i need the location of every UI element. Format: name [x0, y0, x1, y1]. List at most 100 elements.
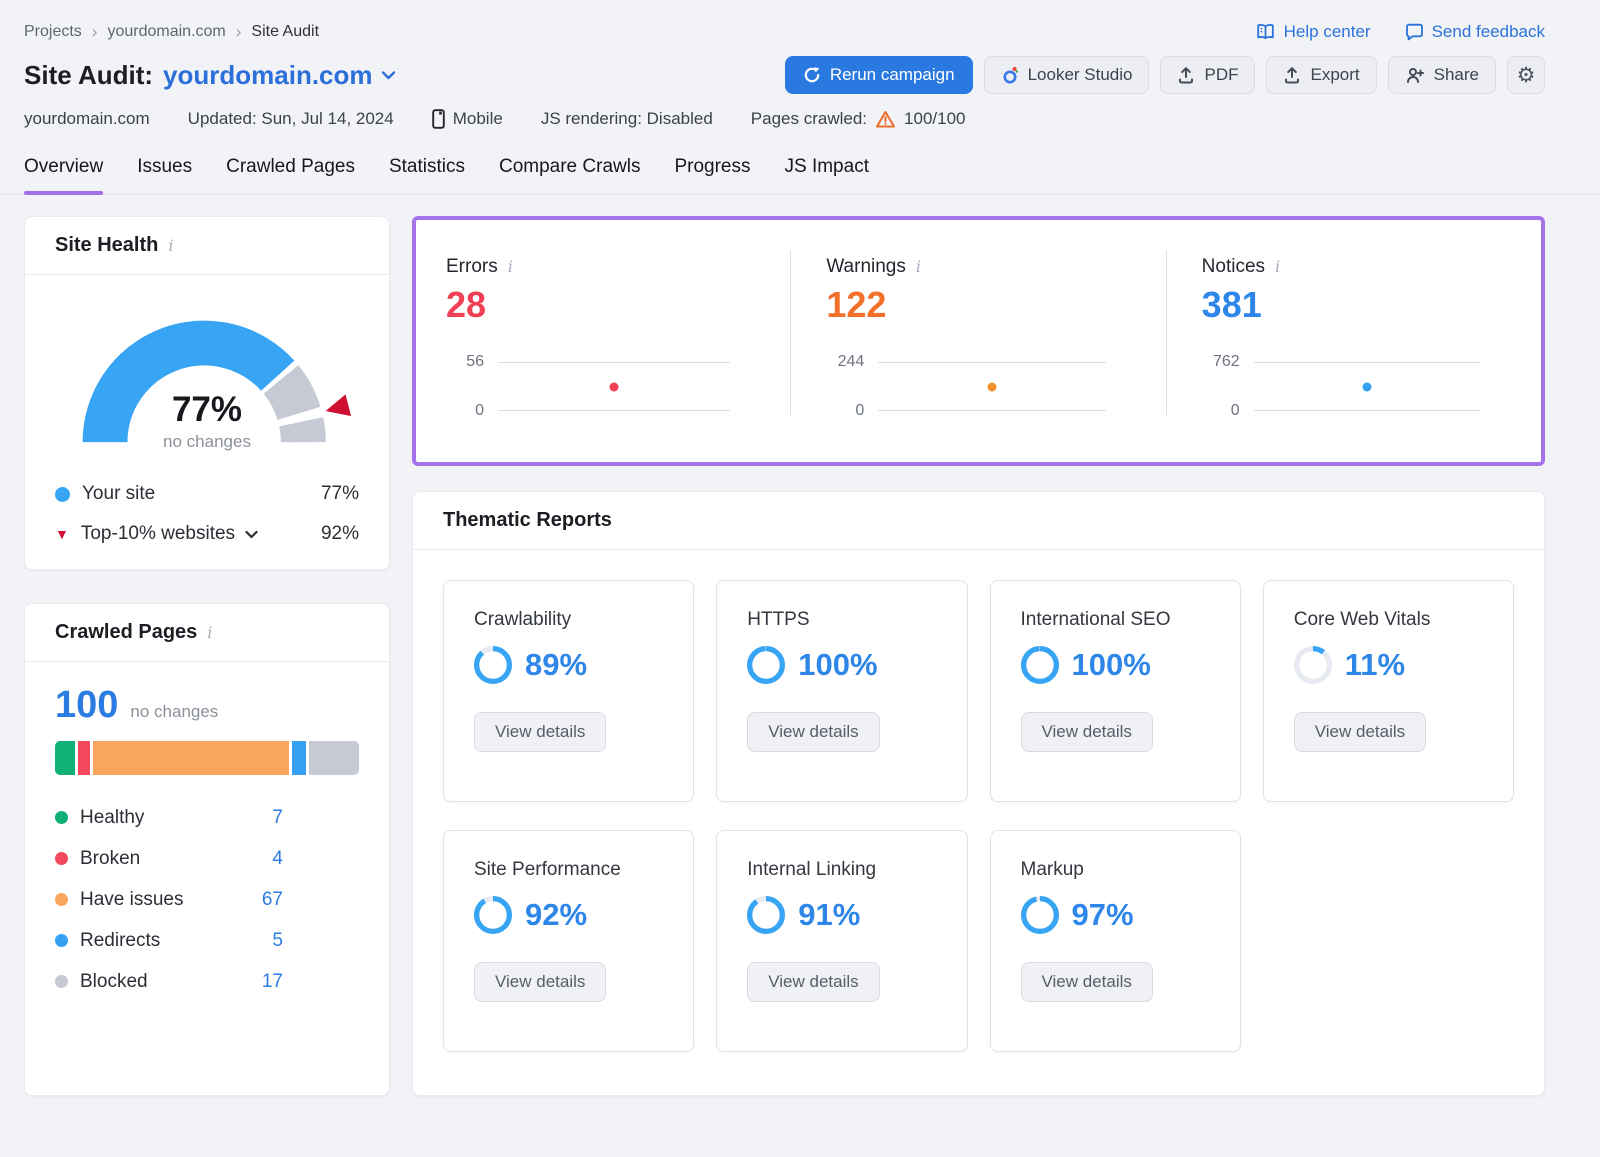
thematic-score: 92% — [525, 897, 587, 933]
looker-studio-label: Looker Studio — [1028, 65, 1133, 85]
campaign-meta: yourdomain.com Updated: Sun, Jul 14, 202… — [24, 109, 1545, 129]
send-feedback-link[interactable]: Send feedback — [1405, 22, 1545, 42]
share-button[interactable]: Share — [1388, 56, 1496, 94]
legend-top10-websites[interactable]: ▼ Top-10% websites 92% — [55, 514, 359, 554]
info-icon[interactable]: i — [916, 259, 921, 275]
tab-statistics[interactable]: Statistics — [389, 156, 465, 194]
tab-crawled-pages[interactable]: Crawled Pages — [226, 156, 355, 194]
meta-domain: yourdomain.com — [24, 109, 150, 129]
legend-your-site: Your site 77% — [55, 474, 359, 514]
feedback-bubble-icon — [1405, 23, 1424, 41]
crawled-change: no changes — [130, 702, 218, 722]
site-health-gauge: 77% no changes — [62, 307, 352, 452]
redirects-count-link[interactable]: 5 — [272, 930, 283, 952]
thematic-card-https: HTTPS 100% View details — [716, 580, 967, 802]
gridline — [498, 362, 730, 363]
gridline — [878, 362, 1105, 363]
pdf-label: PDF — [1204, 65, 1238, 85]
notices-data-point — [1363, 382, 1372, 391]
settings-button[interactable]: ⚙ — [1507, 56, 1545, 94]
bar-segment-redirects — [292, 741, 307, 775]
gray-dot-icon — [55, 975, 68, 988]
looker-studio-button[interactable]: Looker Studio — [984, 56, 1150, 94]
info-icon[interactable]: i — [207, 625, 212, 641]
errors-data-point — [610, 382, 619, 391]
view-details-button[interactable]: View details — [1294, 712, 1426, 752]
notices-count[interactable]: 381 — [1202, 284, 1481, 326]
red-dot-icon — [55, 852, 68, 865]
tab-compare-crawls[interactable]: Compare Crawls — [499, 156, 640, 194]
bar-segment-broken — [78, 741, 90, 775]
axis-max-label: 244 — [826, 353, 864, 371]
view-details-button[interactable]: View details — [747, 712, 879, 752]
tab-overview[interactable]: Overview — [24, 156, 103, 194]
bar-segment-have-issues — [93, 741, 289, 775]
errors-summary: Errors i 28 56 0 — [416, 256, 790, 462]
view-details-button[interactable]: View details — [474, 712, 606, 752]
tab-js-impact[interactable]: JS Impact — [785, 156, 869, 194]
rerun-campaign-button[interactable]: Rerun campaign — [785, 56, 973, 94]
errors-count[interactable]: 28 — [446, 284, 730, 326]
notices-trend-chart: 762 0 — [1202, 362, 1481, 411]
donut-chart — [1021, 896, 1059, 934]
thematic-score: 11% — [1345, 647, 1405, 683]
breadcrumb-separator: › — [92, 22, 98, 42]
help-center-label: Help center — [1284, 22, 1371, 42]
view-details-button[interactable]: View details — [1021, 962, 1153, 1002]
have-issues-count-link[interactable]: 67 — [262, 889, 283, 911]
page-title: Site Audit: — [24, 60, 153, 91]
issues-summary-box: Errors i 28 56 0 Warnings — [412, 216, 1545, 466]
broken-count-link[interactable]: 4 — [272, 848, 283, 870]
errors-trend-chart: 56 0 — [446, 362, 730, 411]
blocked-count-link[interactable]: 17 — [262, 971, 283, 993]
upload-icon — [1177, 66, 1195, 84]
warnings-count[interactable]: 122 — [826, 284, 1105, 326]
axis-min-label: 0 — [446, 402, 484, 420]
donut-chart — [474, 646, 512, 684]
view-details-button[interactable]: View details — [1021, 712, 1153, 752]
crawled-total: 100 — [55, 684, 118, 727]
thematic-score: 100% — [798, 647, 877, 683]
help-center-link[interactable]: Help center — [1255, 22, 1371, 42]
chevron-down-icon — [245, 530, 258, 539]
view-details-button[interactable]: View details — [474, 962, 606, 1002]
site-health-title: Site Health — [55, 234, 158, 257]
info-icon[interactable]: i — [168, 238, 173, 254]
site-health-change: no changes — [62, 432, 352, 452]
info-icon[interactable]: i — [508, 259, 513, 275]
breadcrumb-separator: › — [236, 22, 242, 42]
axis-min-label: 0 — [826, 402, 864, 420]
meta-pages-crawled: Pages crawled: 100/100 — [751, 109, 966, 129]
breadcrumb-projects[interactable]: Projects — [24, 23, 82, 41]
view-details-button[interactable]: View details — [747, 962, 879, 1002]
green-dot-icon — [55, 811, 68, 824]
thematic-reports-card: Thematic Reports Crawlability 89% View d… — [412, 491, 1545, 1096]
info-icon[interactable]: i — [1275, 259, 1280, 275]
thematic-score: 97% — [1072, 897, 1134, 933]
thematic-card-markup: Markup 97% View details — [990, 830, 1241, 1052]
gridline — [878, 410, 1105, 411]
legend-broken: Broken 4 — [55, 838, 283, 879]
legend-healthy: Healthy 7 — [55, 797, 283, 838]
donut-chart — [1294, 646, 1332, 684]
mobile-phone-icon — [432, 109, 445, 129]
crawled-pages-title: Crawled Pages — [55, 621, 197, 644]
share-label: Share — [1434, 65, 1479, 85]
bar-segment-blocked — [309, 741, 359, 775]
legend-have-issues: Have issues 67 — [55, 879, 283, 920]
breadcrumb: Projects › yourdomain.com › Site Audit — [24, 22, 319, 42]
tab-progress[interactable]: Progress — [674, 156, 750, 194]
tab-issues[interactable]: Issues — [137, 156, 192, 194]
export-button[interactable]: Export — [1266, 56, 1376, 94]
healthy-count-link[interactable]: 7 — [272, 807, 283, 829]
send-feedback-label: Send feedback — [1432, 22, 1545, 42]
chevron-down-icon — [381, 70, 396, 80]
pdf-button[interactable]: PDF — [1160, 56, 1255, 94]
gridline — [498, 410, 730, 411]
campaign-selector[interactable]: yourdomain.com — [163, 60, 395, 91]
meta-js-rendering: JS rendering: Disabled — [541, 109, 713, 129]
site-audit-page: Projects › yourdomain.com › Site Audit H… — [0, 0, 1600, 1096]
blue-dot-icon — [55, 934, 68, 947]
breadcrumb-domain[interactable]: yourdomain.com — [107, 23, 225, 41]
thematic-score: 91% — [798, 897, 860, 933]
